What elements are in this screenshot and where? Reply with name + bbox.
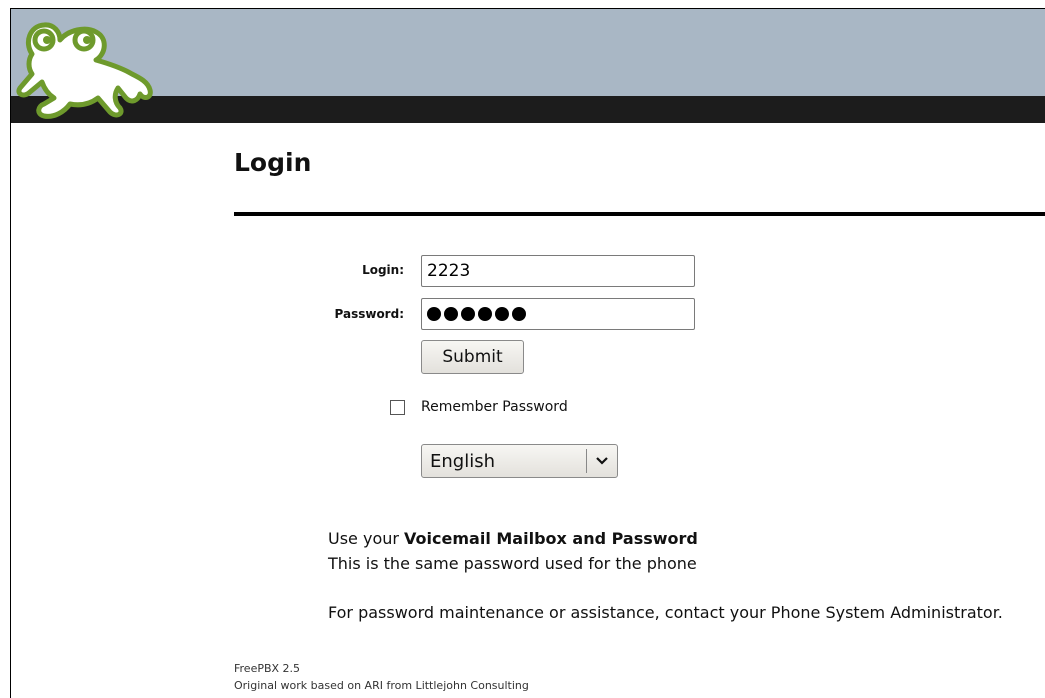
submit-button[interactable]: Submit <box>421 340 524 374</box>
remember-password-label: Remember Password <box>421 399 568 415</box>
password-mask-dot <box>461 307 475 321</box>
password-mask-dot <box>478 307 492 321</box>
info-line-2: This is the same password used for the p… <box>328 554 697 573</box>
password-mask-dot <box>512 307 526 321</box>
language-selected-value: English <box>430 450 495 472</box>
footer-credit: Original work based on ARI from Littlejo… <box>234 679 529 692</box>
password-mask-dot <box>495 307 509 321</box>
info-line-3: For password maintenance or assistance, … <box>328 603 1003 622</box>
page-title: Login <box>234 148 312 177</box>
chevron-down-icon[interactable] <box>587 456 617 466</box>
info-line-1-prefix: Use your <box>328 529 405 548</box>
language-select[interactable]: English <box>421 444 618 478</box>
frog-logo-icon <box>16 22 153 119</box>
login-input[interactable]: 2223 <box>421 255 695 287</box>
password-mask-dot <box>444 307 458 321</box>
info-line-1: Use your Voicemail Mailbox and Password <box>328 529 698 548</box>
password-mask <box>427 299 689 329</box>
footer-version: FreePBX 2.5 <box>234 662 301 675</box>
password-mask-dot <box>427 307 441 321</box>
password-input[interactable] <box>421 298 695 330</box>
password-label: Password: <box>334 307 405 321</box>
header-band <box>11 9 1045 96</box>
info-line-1-bold: Voicemail Mailbox and Password <box>404 529 698 548</box>
header-bar <box>11 96 1045 123</box>
remember-password-checkbox[interactable] <box>390 400 405 415</box>
title-divider <box>234 212 1045 216</box>
login-label: Login: <box>362 263 404 277</box>
